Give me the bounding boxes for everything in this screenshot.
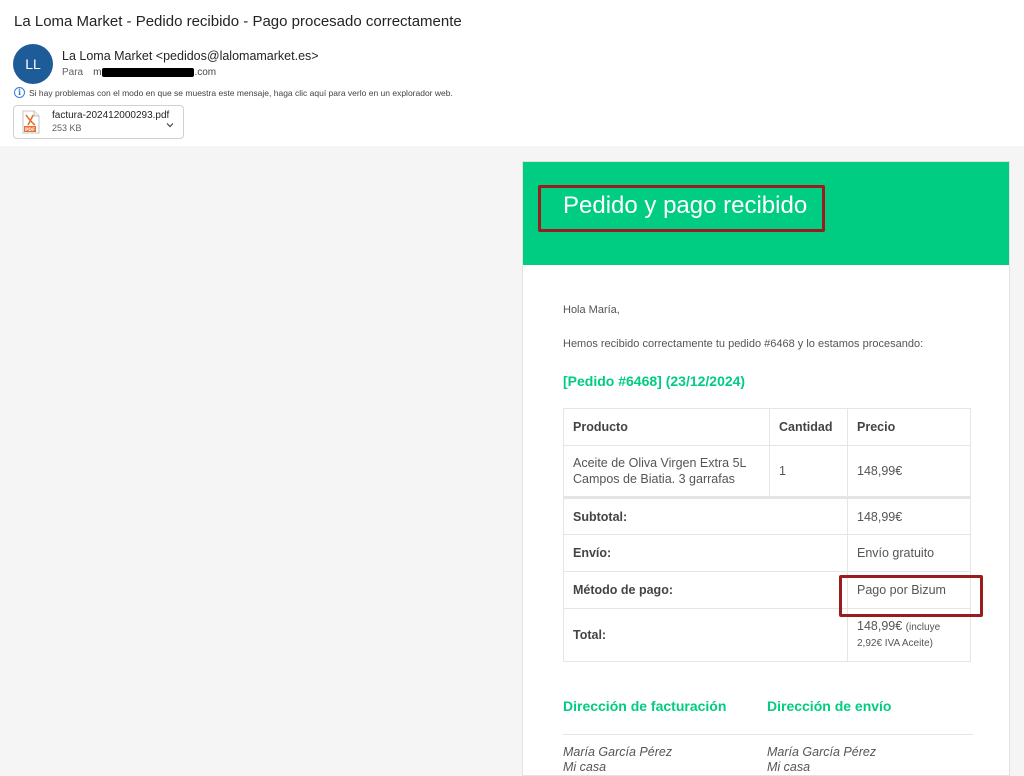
shipping-row: Envío: Envío gratuito xyxy=(563,534,971,572)
attachment-name: factura-202412000293.pdf xyxy=(52,110,170,121)
header-product: Producto xyxy=(563,408,770,446)
payment-method-label: Método de pago: xyxy=(563,571,848,609)
sender-avatar[interactable]: LL xyxy=(13,44,53,84)
shipping-address: María García Pérez Mi casa xyxy=(767,745,876,775)
order-heading[interactable]: [Pedido #6468] (23/12/2024) xyxy=(563,373,745,389)
shipping-name: María García Pérez xyxy=(767,745,877,759)
billing-address-heading: Dirección de facturación xyxy=(563,698,727,714)
shipping-address-heading: Dirección de envío xyxy=(767,698,892,714)
product-name-line1: Aceite de Oliva Virgen Extra 5L xyxy=(573,456,747,470)
chevron-down-icon[interactable] xyxy=(165,117,175,128)
attachment-card[interactable]: PDF factura-202412000293.pdf 253 KB xyxy=(13,105,184,139)
view-in-browser-text[interactable]: Si hay problemas con el modo en que se m… xyxy=(29,88,453,98)
subtotal-row: Subtotal: 148,99€ xyxy=(563,496,971,535)
intro-text: Hemos recibido correctamente tu pedido #… xyxy=(563,338,924,350)
shipping-value: Envío gratuito xyxy=(847,534,971,572)
price-cell: 148,99€ xyxy=(847,445,971,498)
order-table: Producto Cantidad Precio Aceite de Oliva… xyxy=(563,408,971,662)
subtotal-label: Subtotal: xyxy=(563,496,848,535)
table-header-row: Producto Cantidad Precio xyxy=(563,408,971,446)
total-label: Total: xyxy=(563,608,848,662)
header-price: Precio xyxy=(847,408,971,446)
total-note-line1: (incluye xyxy=(905,622,941,633)
billing-name: María García Pérez xyxy=(563,745,673,759)
info-icon: i xyxy=(14,87,25,98)
product-name-line2: Campos de Biatia. 3 garrafas xyxy=(573,472,735,486)
product-cell: Aceite de Oliva Virgen Extra 5L Campos d… xyxy=(563,445,770,498)
order-email-card: Pedido y pago recibido Hola María, Hemos… xyxy=(522,161,1010,776)
to-label: Para xyxy=(62,67,84,78)
subtotal-value: 148,99€ xyxy=(847,496,971,535)
header-quantity: Cantidad xyxy=(769,408,848,446)
view-in-browser-notice[interactable]: i Si hay problemas con el modo en que se… xyxy=(14,87,453,98)
recipient-domain: .com xyxy=(194,67,217,78)
billing-line: Mi casa xyxy=(563,760,607,774)
recipient-row: Para m .com xyxy=(62,67,216,78)
attachment-size: 253 KB xyxy=(52,123,82,133)
title-highlight-box xyxy=(538,185,825,232)
total-note-line2: 2,92€ IVA Aceite) xyxy=(857,638,933,649)
greeting: Hola María, xyxy=(563,304,620,316)
address-divider xyxy=(563,734,973,735)
redacted-recipient xyxy=(102,68,195,77)
shipping-label: Envío: xyxy=(563,534,848,572)
billing-address: María García Pérez Mi casa xyxy=(563,745,672,775)
pdf-file-icon: PDF xyxy=(22,110,40,134)
email-subject: La Loma Market - Pedido recibido - Pago … xyxy=(14,13,462,30)
total-value: 148,99€ xyxy=(857,619,903,633)
sender-name[interactable]: La Loma Market <pedidos@lalomamarket.es> xyxy=(62,49,319,63)
shipping-line: Mi casa xyxy=(767,760,811,774)
quantity-cell: 1 xyxy=(769,445,848,498)
svg-text:PDF: PDF xyxy=(25,127,35,133)
payment-highlight-box xyxy=(839,575,983,617)
table-row: Aceite de Oliva Virgen Extra 5L Campos d… xyxy=(563,445,971,498)
recipient-prefix: m xyxy=(93,67,102,78)
email-header: La Loma Market - Pedido recibido - Pago … xyxy=(0,0,1024,146)
